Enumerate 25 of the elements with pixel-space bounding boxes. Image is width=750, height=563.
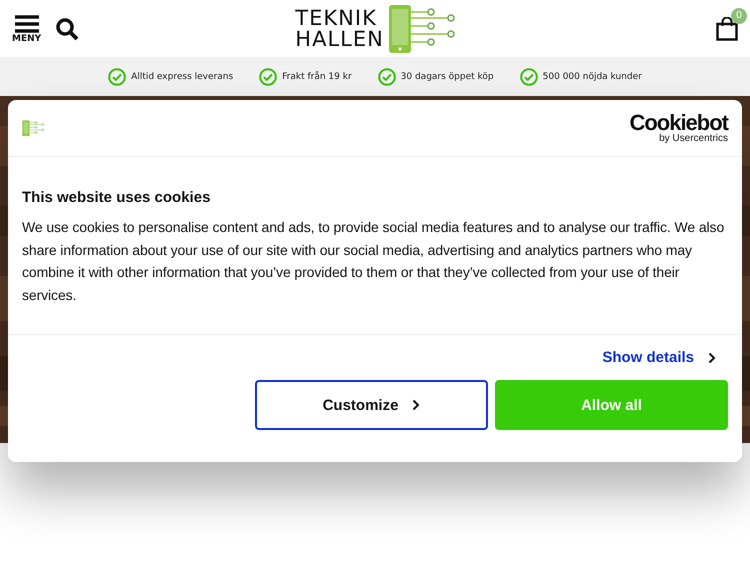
brand-tagline: by Usercentrics: [659, 132, 728, 144]
menu-icon: [14, 14, 39, 34]
dialog-title: This website uses cookies: [22, 189, 212, 206]
check-icon: [520, 68, 538, 86]
chevron-icon: [412, 399, 420, 412]
search-icon: [55, 16, 80, 40]
chevron-icon: [708, 352, 716, 364]
usp-text: Alltid express leverans: [131, 72, 234, 82]
usp-text: 30 dagars öppet köp: [400, 72, 494, 82]
search-button[interactable]: [55, 16, 80, 40]
check-icon: [108, 68, 126, 86]
dialog-text: We use cookies to personalise content and ads, to provide social media features and to analyse our traffic. We also share information about your use of our site with our social media, advertising and analytics partners who may combine it with other information that you’ve provided to them or that they’ve collected from your use of their services.: [22, 218, 726, 305]
logo-text: TEKNIK: [295, 8, 378, 28]
show-details-link[interactable]: Show details: [602, 349, 716, 366]
check-icon: [259, 68, 278, 86]
usp-text: Frakt från 19 kr: [282, 72, 352, 82]
menu-button[interactable]: MENY: [12, 14, 42, 44]
customize-button[interactable]: Customize: [255, 380, 488, 430]
cart-count-badge: 0: [731, 8, 747, 24]
logo-icon: [22, 120, 46, 136]
bag-icon: [716, 16, 738, 40]
brand-name: Cookiebot: [629, 112, 728, 132]
usp-text: 500 000 nöjda kunder: [542, 72, 642, 82]
check-icon: [378, 68, 396, 86]
logo-text: HALLEN: [295, 28, 384, 50]
